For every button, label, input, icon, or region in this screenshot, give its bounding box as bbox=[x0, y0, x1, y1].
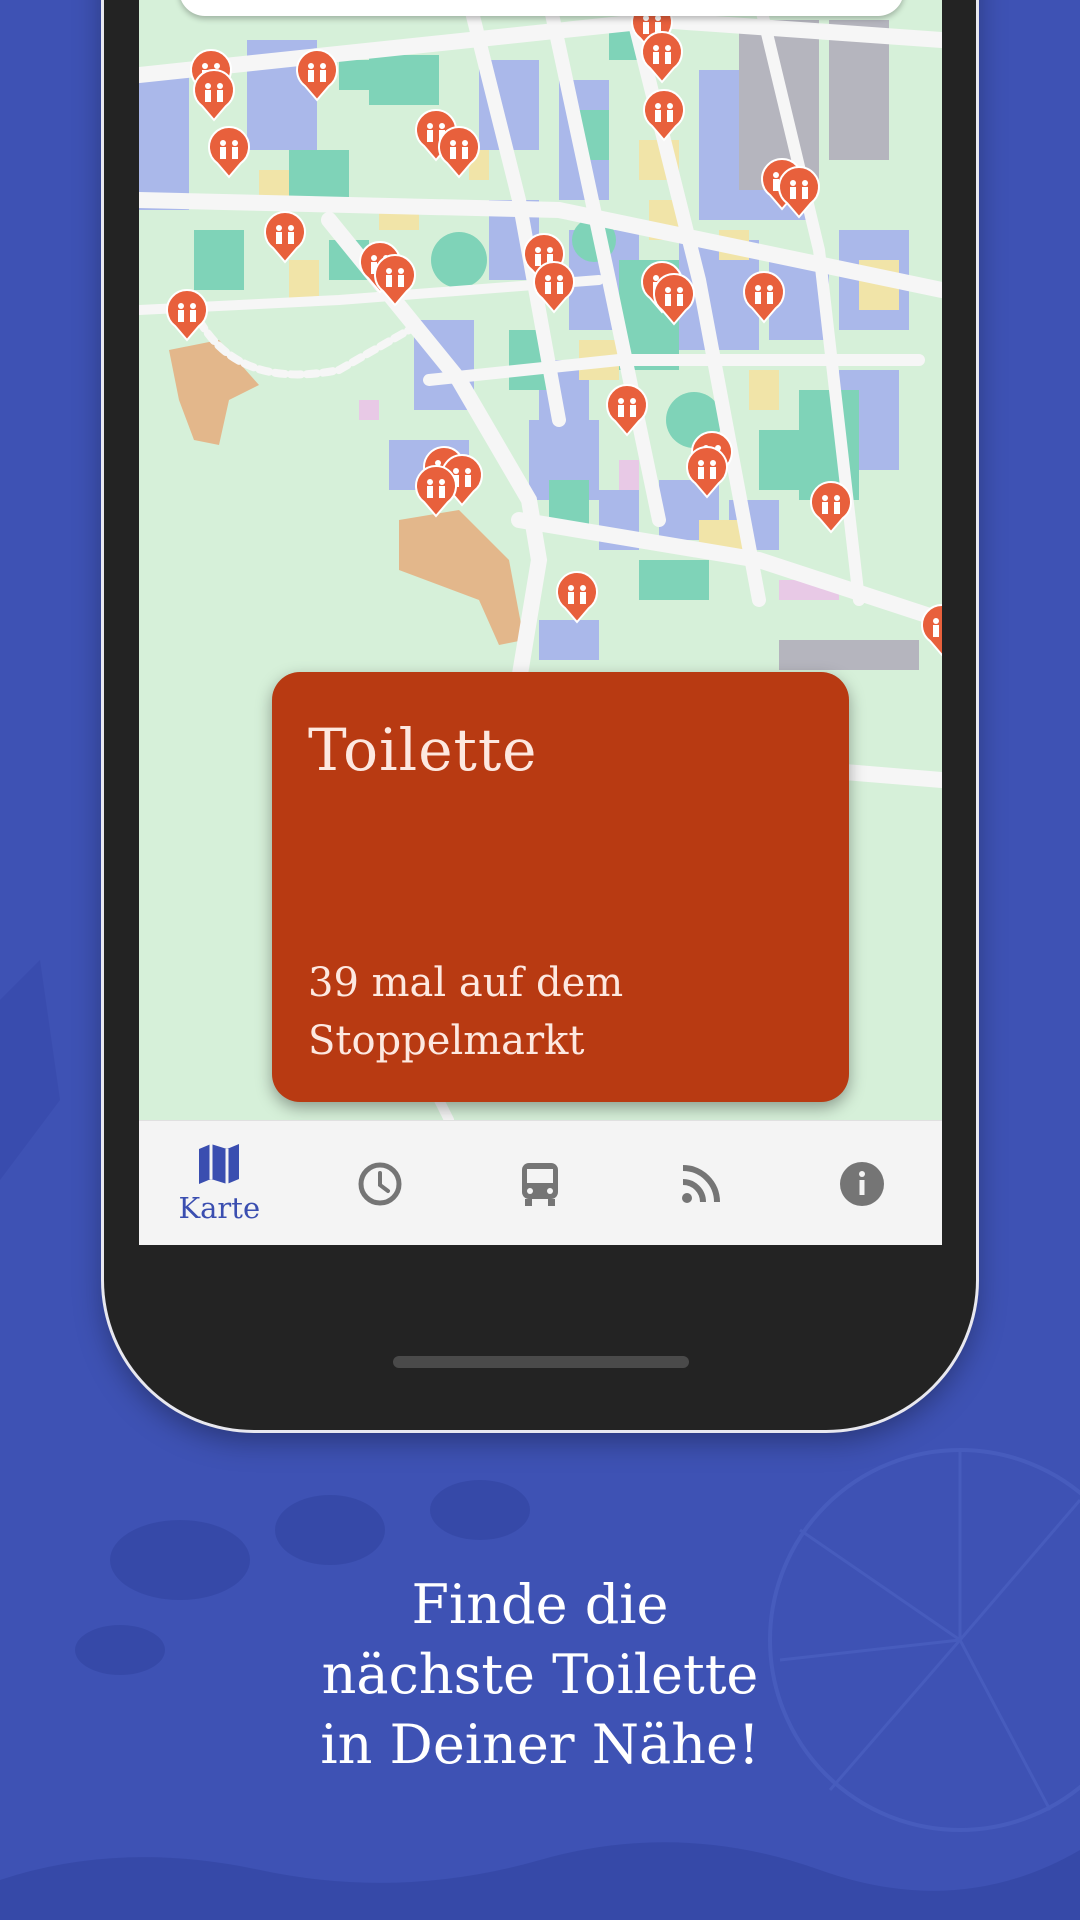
home-indicator[interactable] bbox=[393, 1356, 689, 1368]
nav-item-transport[interactable] bbox=[460, 1121, 621, 1245]
poi-description-line2: Stoppelmarkt bbox=[308, 1018, 585, 1064]
promo-caption-line3: in Deiner Nähe! bbox=[320, 1713, 760, 1776]
poi-description: 39 mal auf dem Stoppelmarkt bbox=[308, 954, 788, 1070]
app-screen: Toilette 39 mal auf dem Stoppelmarkt Kar… bbox=[139, 0, 942, 1245]
bus-icon bbox=[522, 1162, 559, 1206]
nav-item-info[interactable] bbox=[781, 1121, 942, 1245]
nav-item-schedule[interactable] bbox=[300, 1121, 461, 1245]
info-icon bbox=[839, 1161, 884, 1206]
nav-label-karte: Karte bbox=[178, 1190, 261, 1225]
poi-info-card[interactable]: Toilette 39 mal auf dem Stoppelmarkt bbox=[272, 672, 849, 1102]
search-bar-edge[interactable] bbox=[179, 0, 904, 16]
rss-feed-icon bbox=[682, 1164, 721, 1203]
nav-item-news[interactable] bbox=[621, 1121, 782, 1245]
poi-description-line1: 39 mal auf dem bbox=[308, 960, 624, 1006]
promo-caption-line1: Finde die bbox=[411, 1573, 669, 1636]
poi-title: Toilette bbox=[308, 716, 538, 784]
promo-caption-line2: nächste Toilette bbox=[321, 1643, 759, 1706]
bottom-navigation: Karte bbox=[139, 1120, 942, 1245]
promo-caption: Finde die nächste Toilette in Deiner Näh… bbox=[140, 1570, 940, 1780]
clock-icon bbox=[358, 1162, 402, 1205]
nav-item-karte[interactable]: Karte bbox=[139, 1121, 300, 1245]
map-icon bbox=[199, 1143, 240, 1184]
